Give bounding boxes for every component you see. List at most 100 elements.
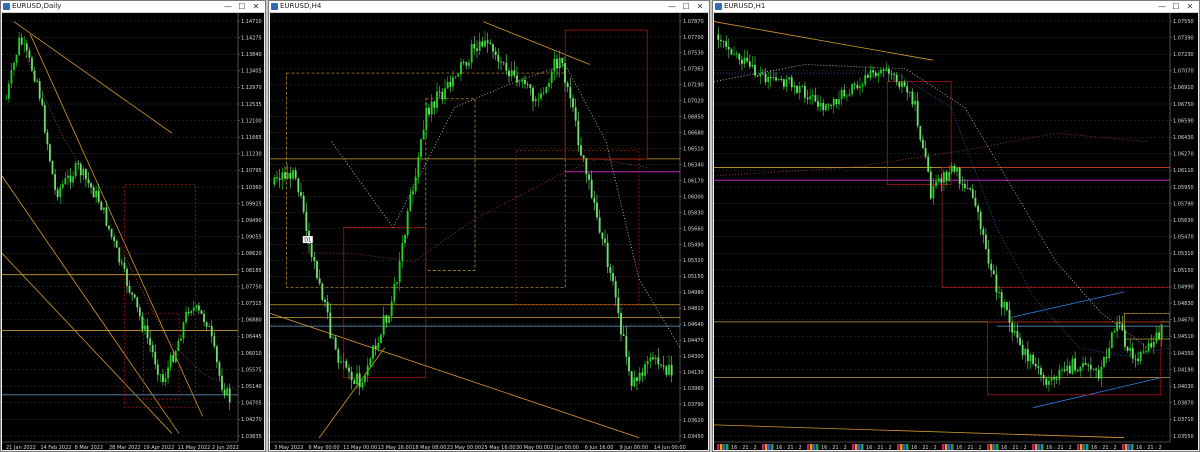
candle-body <box>756 75 759 77</box>
candle-body <box>105 207 108 226</box>
chart-window-h1[interactable]: EURUSD,H1 — ☐ ✕ 1.07550 1.07390 1.07230 1.0… <box>712 0 1200 452</box>
price-label: 1.03870 <box>1173 401 1194 407</box>
close-button[interactable]: ✕ <box>249 1 263 12</box>
trend-line[interactable] <box>2 252 173 434</box>
window-titlebar[interactable]: EURUSD,H4 — ☐ ✕ <box>269 1 709 13</box>
candle-body <box>324 299 326 303</box>
trend-line[interactable] <box>13 21 173 134</box>
candle-body <box>824 104 827 111</box>
date-label: 23 May 00:00 <box>447 445 481 450</box>
zone-rect[interactable] <box>343 227 427 378</box>
zone-rect[interactable] <box>941 167 1171 288</box>
candle-body <box>108 225 110 229</box>
candle-body <box>964 184 966 189</box>
chart-plot-area[interactable]: 1.07870 1.07700 1.07530 1.07363 1.07190 1.070… <box>270 13 708 450</box>
candle-body <box>540 93 542 99</box>
candle-body <box>1084 362 1087 366</box>
maximize-button[interactable]: ☐ <box>235 1 249 12</box>
candle-body <box>100 201 103 211</box>
session-marker <box>816 444 819 450</box>
candle-body <box>172 355 175 362</box>
candle-body <box>313 257 316 262</box>
chart-plot-area[interactable]: 1.07550 1.07390 1.07230 1.07070 1.06910 1.067… <box>714 13 1198 450</box>
price-chart[interactable]: 1.14710 1.14275 1.13840 1.13405 1.12970 1.125… <box>2 13 264 450</box>
price-label: 1.07230 <box>1173 52 1194 58</box>
candle-body <box>801 85 804 87</box>
session-marker <box>765 444 768 450</box>
candle-body <box>356 373 358 385</box>
chart-plot-area[interactable]: 1.14710 1.14275 1.13840 1.13405 1.12970 1.125… <box>2 13 264 450</box>
candle-body <box>417 157 420 177</box>
price-label: 1.05150 <box>683 274 704 280</box>
candle-body <box>321 283 324 300</box>
session-label: 16 : 21 : 2 <box>911 445 937 450</box>
candle-body <box>1134 358 1137 360</box>
candle-body <box>465 62 468 66</box>
chart-window-daily[interactable]: EURUSD,Daily — ☐ ✕ 1.14710 1.14275 1.13840… <box>0 0 266 452</box>
trend-line[interactable] <box>29 34 203 417</box>
maximize-button[interactable]: ☐ <box>679 1 693 12</box>
candle-body <box>61 184 64 188</box>
trend-line[interactable] <box>318 347 386 438</box>
candle-body <box>1029 354 1032 362</box>
candle-body <box>561 57 564 64</box>
price-chart[interactable]: 1.07870 1.07700 1.07530 1.07363 1.07190 1.070… <box>270 13 708 450</box>
zone-rect[interactable] <box>515 149 640 306</box>
close-button[interactable]: ✕ <box>1183 1 1197 12</box>
price-label: 1.14710 <box>241 19 262 25</box>
price-label: 1.07530 <box>683 51 704 57</box>
price-chart[interactable]: 1.07550 1.07390 1.07230 1.07070 1.06910 1.067… <box>714 13 1198 450</box>
candle-body <box>1126 346 1129 351</box>
candle-body <box>318 278 321 284</box>
candle-body <box>180 338 182 341</box>
window-titlebar[interactable]: EURUSD,Daily — ☐ ✕ <box>1 1 265 13</box>
candle-body <box>598 217 601 233</box>
zone-rect[interactable] <box>886 81 952 185</box>
price-label: 1.06270 <box>1173 152 1194 158</box>
price-label: 1.09925 <box>241 201 262 207</box>
candle-body <box>524 79 526 84</box>
trend-line[interactable] <box>1033 377 1161 409</box>
candle-body <box>1155 332 1158 342</box>
candle-body <box>803 85 806 98</box>
window-titlebar[interactable]: EURUSD,H1 — ☐ ✕ <box>713 1 1199 13</box>
price-label: 1.05950 <box>1173 185 1194 191</box>
candle-body <box>958 167 961 184</box>
session-marker <box>990 444 993 450</box>
price-label: 1.05830 <box>683 210 704 216</box>
candle-body <box>494 51 497 56</box>
minimize-button[interactable]: — <box>665 1 679 12</box>
candle-body <box>1145 351 1147 353</box>
maximize-button[interactable]: ☐ <box>1169 1 1183 12</box>
candle-body <box>943 172 945 183</box>
candle-body <box>385 315 388 323</box>
candle-body <box>305 211 308 231</box>
session-label: 16 : 21 : 2 <box>776 445 802 450</box>
candle-body <box>159 374 162 376</box>
candle-body <box>872 70 875 73</box>
price-label: 1.12535 <box>241 102 262 108</box>
candle-body <box>10 69 13 84</box>
candle-body <box>141 316 144 330</box>
candle-body <box>497 55 500 62</box>
date-label: 21 Jan 2022 <box>6 445 36 450</box>
session-label: 16 : 21 : 2 <box>956 445 982 450</box>
close-button[interactable]: ✕ <box>693 1 707 12</box>
candle-body <box>919 125 922 140</box>
candle-body <box>604 238 606 243</box>
candle-body <box>226 388 229 396</box>
candle-body <box>208 326 211 327</box>
session-marker <box>1032 444 1035 450</box>
candle-body <box>5 98 8 100</box>
session-marker <box>762 444 765 450</box>
candle-body <box>748 61 751 67</box>
candle-body <box>454 76 457 78</box>
minimize-button[interactable]: — <box>1155 1 1169 12</box>
candle-body <box>126 268 128 286</box>
trend-line[interactable] <box>1010 291 1125 318</box>
chart-window-h4[interactable]: EURUSD,H4 — ☐ ✕ 1.07870 1.07700 1.07530 1.0… <box>268 0 710 452</box>
date-label: 14 Feb 2022 <box>40 445 71 450</box>
trend-line[interactable] <box>270 312 640 439</box>
minimize-button[interactable]: — <box>221 1 235 12</box>
candle-body <box>401 243 404 262</box>
